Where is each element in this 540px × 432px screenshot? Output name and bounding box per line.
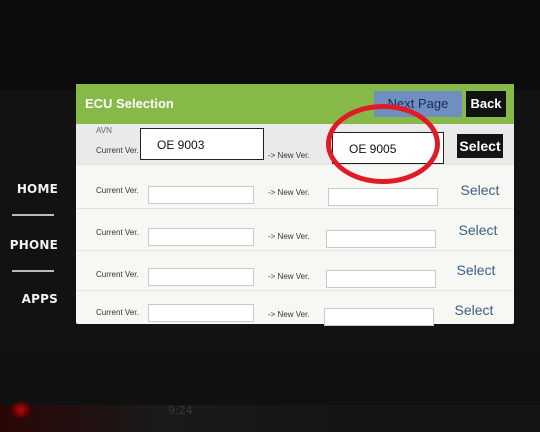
current-version-field [148,268,254,286]
new-version-field [328,188,438,206]
device-glare [0,405,540,432]
current-version-label: Current Ver. [96,270,139,279]
select-button[interactable]: Select [452,258,500,282]
current-version-label: Current Ver. [96,228,139,237]
ecu-row: Current Ver. -> New Ver. Select [76,290,514,330]
header-bar: ECU Selection Next Page Back [76,84,514,124]
nav-phone[interactable]: PHONE [0,238,58,252]
new-version-label: -> New Ver. [268,151,310,160]
new-version-label: -> New Ver. [268,188,310,197]
current-version-label: Current Ver. [96,146,139,155]
page-title: ECU Selection [85,96,174,111]
nav-home[interactable]: HOME [0,182,58,196]
ecu-row: Current Ver. -> New Ver. Select [76,168,514,209]
nav-divider [12,214,54,216]
new-version-field [324,308,434,326]
current-version-label: Current Ver. [96,186,139,195]
new-version-label: -> New Ver. [268,272,310,281]
current-version-field [148,186,254,204]
new-version-label: -> New Ver. [268,232,310,241]
ecu-row: Current Ver. -> New Ver. Select [76,250,514,291]
select-button[interactable]: Select [457,134,503,158]
highlight-circle-annotation [326,104,440,184]
select-button[interactable]: Select [456,178,504,202]
new-version-field [326,270,436,288]
nav-divider [12,270,54,272]
ecu-selection-screen: ECU Selection Next Page Back AVN Current… [76,84,514,326]
bezel-clock: 9:24 [168,404,193,417]
new-version-label: -> New Ver. [268,310,310,319]
ecu-row: AVN Current Ver. OE 9003 -> New Ver. OE … [76,124,514,165]
new-version-field [326,230,436,248]
current-version-field: OE 9003 [140,128,264,160]
current-version-value: OE 9003 [157,138,205,152]
indicator-light-icon [10,402,32,418]
select-button[interactable]: Select [454,218,502,242]
current-version-label: Current Ver. [96,308,139,317]
nav-apps[interactable]: APPS [0,292,58,306]
device-bezel-top [0,0,540,90]
current-version-field [148,304,254,322]
select-button[interactable]: Select [450,298,498,322]
ecu-name: AVN [96,126,112,135]
ecu-row: Current Ver. -> New Ver. Select [76,210,514,251]
back-button[interactable]: Back [466,91,506,117]
current-version-field [148,228,254,246]
